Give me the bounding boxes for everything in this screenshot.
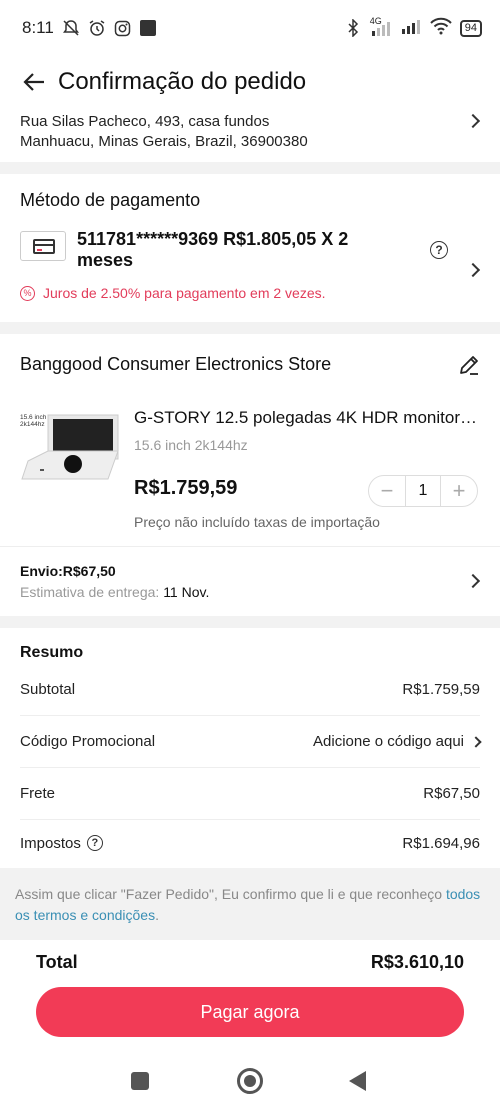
summary-value: R$67,50 [423, 785, 480, 802]
total-value: R$3.610,10 [370, 952, 464, 972]
terms-end: . [155, 907, 159, 923]
estimate-label: Estimativa de entrega: [20, 584, 160, 600]
alarm-icon [88, 19, 106, 37]
credit-card-icon [20, 231, 66, 261]
product-variant: 15.6 inch 2k144hz [134, 437, 248, 453]
summary-label: Impostos [20, 834, 81, 852]
shipping-address[interactable]: Rua Silas Pacheco, 493, casa fundos Manh… [0, 108, 500, 162]
product-image[interactable]: 15.6 inch 2k144hz [18, 401, 120, 491]
summary-label: Código Promocional [20, 733, 156, 750]
wifi-icon [430, 17, 452, 40]
app-square-icon [139, 20, 156, 36]
system-nav-bar [0, 1050, 500, 1111]
address-line-2: Manhuacu, Minas Gerais, Brazil, 36900380 [20, 133, 308, 150]
terms-notice: Assim que clicar "Fazer Pedido", Eu conf… [0, 870, 500, 940]
estimate-date: 11 Nov. [163, 584, 210, 600]
divider [0, 546, 500, 547]
edit-pencil-icon[interactable] [458, 354, 480, 376]
add-promo-code-link[interactable]: Adicione o código aqui [313, 733, 464, 750]
app-bar: Confirmação do pedido [0, 56, 500, 108]
chevron-right-icon[interactable] [470, 735, 482, 748]
summary-heading: Resumo [20, 644, 84, 661]
summary-label: Frete [20, 785, 56, 802]
increment-button[interactable]: + [441, 476, 477, 506]
order-summary: Resumo Subtotal R$1.759,59 Código Promoc… [0, 628, 500, 868]
card-installment[interactable]: 511781******9369 R$1.805,05 X 2 meses [77, 229, 397, 271]
summary-row-promo-code[interactable]: Código Promocional Adicione o código aqu… [20, 716, 482, 768]
import-tax-note: Preço não incluído taxas de importação [134, 514, 380, 530]
network-type: 4G [369, 16, 382, 26]
payment-heading: Método de pagamento [20, 190, 201, 210]
recent-apps-icon[interactable] [131, 1072, 149, 1090]
interest-note: % Juros de 2.50% para pagamento em 2 vez… [20, 285, 326, 301]
instagram-icon [114, 19, 132, 37]
help-icon[interactable]: ? [430, 241, 448, 259]
checkout-bar: Total R$3.610,10 Pagar agora [0, 940, 500, 1060]
chevron-right-icon[interactable] [465, 573, 481, 589]
summary-row-taxes: Impostos ? R$1.694,96 [20, 817, 480, 869]
store-name: Banggood Consumer Electronics Store [20, 354, 332, 374]
arrow-left-icon[interactable] [20, 68, 48, 96]
summary-row-subtotal: Subtotal R$1.759,59 [20, 664, 480, 716]
store-section: Banggood Consumer Electronics Store 15.6… [0, 334, 500, 616]
back-triangle-icon[interactable] [349, 1071, 366, 1091]
home-icon[interactable] [237, 1068, 263, 1094]
address-line-1: Rua Silas Pacheco, 493, casa fundos [20, 113, 270, 130]
summary-label: Subtotal [20, 681, 76, 698]
quantity-stepper: − 1 + [368, 475, 478, 507]
terms-text: Assim que clicar "Fazer Pedido", Eu conf… [15, 886, 446, 902]
image-label-1: 15.6 inch [20, 414, 47, 421]
summary-row-freight: Frete R$67,50 [20, 768, 480, 820]
percent-icon: % [20, 285, 35, 301]
delivery-estimate: Estimativa de entrega: 11 Nov. [20, 584, 209, 600]
summary-value: R$1.694,96 [402, 834, 480, 852]
chevron-right-icon[interactable] [465, 262, 481, 278]
payment-method-section: Método de pagamento 511781******9369 R$1… [0, 174, 500, 322]
total-label: Total [36, 952, 78, 972]
bell-muted-icon [62, 19, 80, 37]
interest-text: Juros de 2.50% para pagamento em 2 vezes… [43, 285, 326, 301]
product-price: R$1.759,59 [134, 477, 238, 499]
summary-value: R$1.759,59 [402, 681, 480, 698]
signal-icon [400, 18, 422, 39]
pay-now-button[interactable]: Pagar agora [36, 987, 464, 1037]
help-icon[interactable]: ? [86, 835, 103, 851]
battery-icon: 94 [459, 19, 482, 37]
bluetooth-icon [344, 19, 362, 37]
decrement-button[interactable]: − [369, 476, 405, 506]
page-title: Confirmação do pedido [58, 68, 307, 95]
signal-4g-icon: 4G [370, 16, 392, 36]
image-label-2: 2k144hz [20, 421, 45, 428]
shipping-cost[interactable]: Envio:R$67,50 [20, 563, 116, 579]
status-time: 8:11 [22, 18, 54, 37]
quantity-value[interactable]: 1 [405, 476, 441, 506]
status-bar: 8:11 4G 94 [0, 0, 500, 56]
product-title[interactable]: G-STORY 12.5 polegadas 4K HDR monitor po… [134, 408, 480, 428]
